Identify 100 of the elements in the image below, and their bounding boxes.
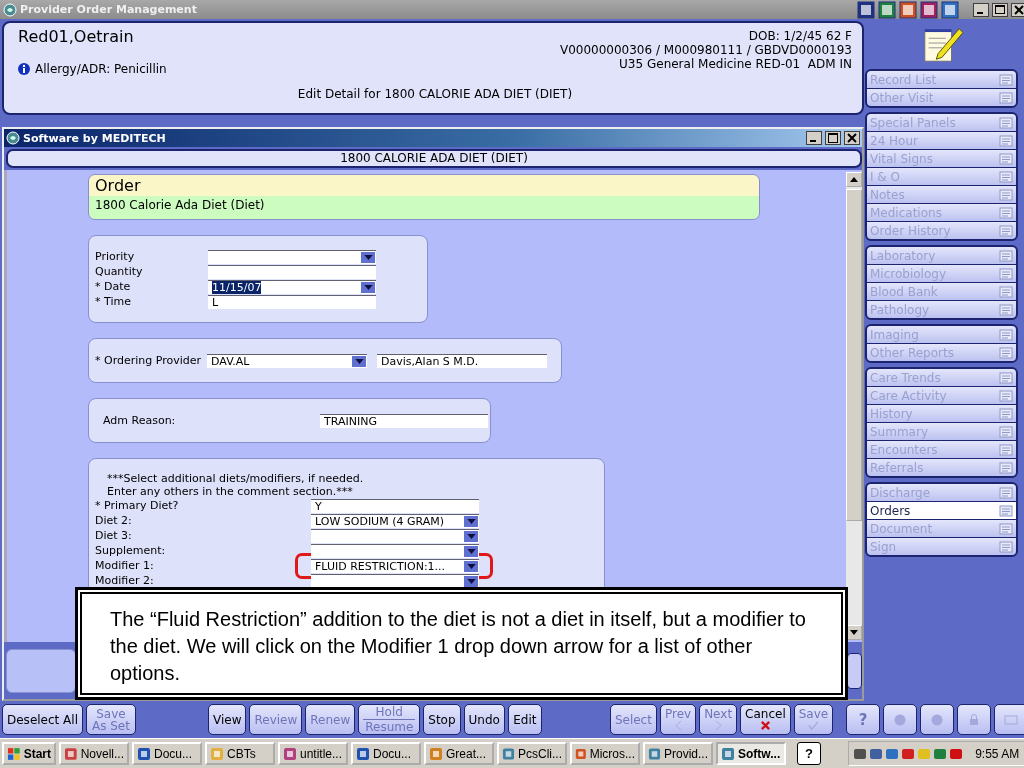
- sidebar-item[interactable]: History: [867, 405, 1016, 422]
- help-icon[interactable]: ?: [797, 742, 821, 765]
- close-button[interactable]: [1011, 2, 1024, 17]
- help-button[interactable]: ?: [846, 704, 881, 735]
- sidebar-item[interactable]: Care Activity: [867, 387, 1016, 404]
- sidebar-item[interactable]: Discharge: [867, 484, 1016, 501]
- tray-icon[interactable]: [853, 746, 868, 761]
- toolbar-icon-button[interactable]: [883, 704, 918, 735]
- taskbar-button[interactable]: PcsCli...: [497, 742, 567, 765]
- sidebar-item[interactable]: Laboratory: [867, 247, 1016, 264]
- card-icon: [1004, 712, 1019, 727]
- dropdown-field[interactable]: LOW SODIUM (4 GRAM): [311, 513, 479, 528]
- sidebar-item[interactable]: Notes: [867, 186, 1016, 203]
- taskbar-button[interactable]: Provid...: [643, 742, 713, 765]
- toolbar-icon-button[interactable]: [920, 704, 955, 735]
- maximize-button[interactable]: [825, 131, 841, 145]
- taskbar-button[interactable]: Docu...: [351, 742, 421, 765]
- input-field[interactable]: Davis,Alan S M.D.: [377, 353, 548, 368]
- dropdown-field[interactable]: DAV.AL: [207, 353, 368, 368]
- sidebar-item[interactable]: Summary: [867, 423, 1016, 440]
- dropdown-field[interactable]: [311, 573, 479, 588]
- restore-button[interactable]: [992, 2, 1009, 17]
- minimize-button[interactable]: [973, 2, 990, 17]
- taskbar-button[interactable]: Micros...: [570, 742, 640, 765]
- scroll-thumb[interactable]: [846, 189, 862, 521]
- toolbar-icon-button[interactable]: [994, 704, 1024, 735]
- input-field[interactable]: [208, 264, 376, 279]
- sidebar-item[interactable]: Special Panels: [867, 114, 1016, 131]
- input-field[interactable]: TRAINING: [320, 413, 488, 428]
- app-icon[interactable]: [857, 0, 876, 19]
- app-icon[interactable]: [899, 0, 918, 19]
- dropdown-field[interactable]: [311, 528, 479, 543]
- caret-icon[interactable]: [464, 530, 478, 542]
- sidebar-item[interactable]: Pathology: [867, 301, 1016, 318]
- down-arrow-icon[interactable]: [850, 630, 858, 635]
- tray-icon[interactable]: [949, 746, 964, 761]
- sidebar-item[interactable]: Care Trends: [867, 369, 1016, 386]
- sidebar-item[interactable]: Referrals: [867, 459, 1016, 476]
- tray-icon[interactable]: [885, 746, 900, 761]
- minimize-button[interactable]: [806, 131, 822, 145]
- sidebar-item[interactable]: Microbiology: [867, 265, 1016, 282]
- taskbar-button[interactable]: Docu...: [132, 742, 202, 765]
- field-label: * Date: [95, 280, 132, 293]
- taskbar-button[interactable]: Softw...: [716, 742, 786, 765]
- toolbar-button[interactable]: Stop: [423, 704, 461, 735]
- page-icon: [999, 540, 1013, 553]
- toolbar-button[interactable]: Deselect All: [2, 704, 83, 735]
- app-icon[interactable]: [941, 0, 960, 19]
- sidebar-item[interactable]: 24 Hour: [867, 132, 1016, 149]
- field-label: Modifier 2:: [95, 574, 155, 587]
- cancel-button[interactable]: Cancel: [740, 704, 791, 735]
- taskbar-button[interactable]: untitle...: [278, 742, 348, 765]
- dropdown-field[interactable]: 11/15/07: [208, 279, 376, 294]
- up-arrow-icon[interactable]: [850, 177, 858, 182]
- sidebar-item[interactable]: Medications: [867, 204, 1016, 221]
- caret-icon[interactable]: [352, 355, 367, 367]
- page-icon: [999, 152, 1013, 165]
- start-button[interactable]: Start: [2, 742, 56, 765]
- field-label: * Primary Diet?: [95, 499, 180, 512]
- caret-icon[interactable]: [464, 545, 478, 557]
- taskbar-button[interactable]: Novell...: [59, 742, 129, 765]
- caret-icon[interactable]: [464, 575, 478, 587]
- tray-icon[interactable]: [869, 746, 884, 761]
- order-heading: Order: [89, 175, 759, 196]
- input-field[interactable]: Y: [311, 498, 479, 513]
- sidebar-item[interactable]: Vital Signs: [867, 150, 1016, 167]
- scrollbar[interactable]: [846, 172, 862, 640]
- input-field[interactable]: L: [208, 294, 376, 309]
- app-icon[interactable]: [878, 0, 897, 19]
- page-icon: [999, 285, 1013, 298]
- dropdown-field[interactable]: [311, 543, 479, 558]
- toolbar-button[interactable]: Undo: [463, 704, 505, 735]
- caret-icon[interactable]: [361, 281, 375, 293]
- sidebar-item[interactable]: Blood Bank: [867, 283, 1016, 300]
- account-numbers: V00000000306 / M000980111 / GBDVD0000193: [559, 43, 852, 57]
- dropdown-field[interactable]: FLUID RESTRICTION:1...: [311, 558, 479, 573]
- sidebar-item[interactable]: Sign: [867, 538, 1016, 555]
- app-icon[interactable]: [920, 0, 939, 19]
- dropdown-field[interactable]: [208, 249, 376, 264]
- sidebar-item[interactable]: Other Visit: [867, 89, 1016, 106]
- caret-icon[interactable]: [464, 560, 478, 572]
- sidebar-item[interactable]: Other Reports: [867, 344, 1016, 361]
- caret-icon[interactable]: [361, 251, 375, 263]
- toolbar-button[interactable]: Edit: [507, 704, 542, 735]
- check-icon: [808, 720, 819, 731]
- taskbar-button[interactable]: Great...: [424, 742, 494, 765]
- toolbar-button[interactable]: View: [207, 704, 247, 735]
- sidebar-item[interactable]: Record List: [867, 71, 1016, 88]
- caret-icon[interactable]: [464, 515, 478, 527]
- sidebar-item[interactable]: Orders: [867, 502, 1016, 519]
- toolbar-icon-button[interactable]: [957, 704, 992, 735]
- close-button[interactable]: [844, 131, 860, 145]
- sidebar-item[interactable]: Imaging: [867, 326, 1016, 343]
- tray-icon[interactable]: [933, 746, 948, 761]
- app-icon: [64, 746, 78, 761]
- sidebar-item[interactable]: Encounters: [867, 441, 1016, 458]
- sidebar-item[interactable]: Document: [867, 520, 1016, 537]
- tray-icon[interactable]: [901, 746, 916, 761]
- sidebar-item[interactable]: Order History: [867, 222, 1016, 239]
- taskbar-button[interactable]: CBTs: [205, 742, 275, 765]
